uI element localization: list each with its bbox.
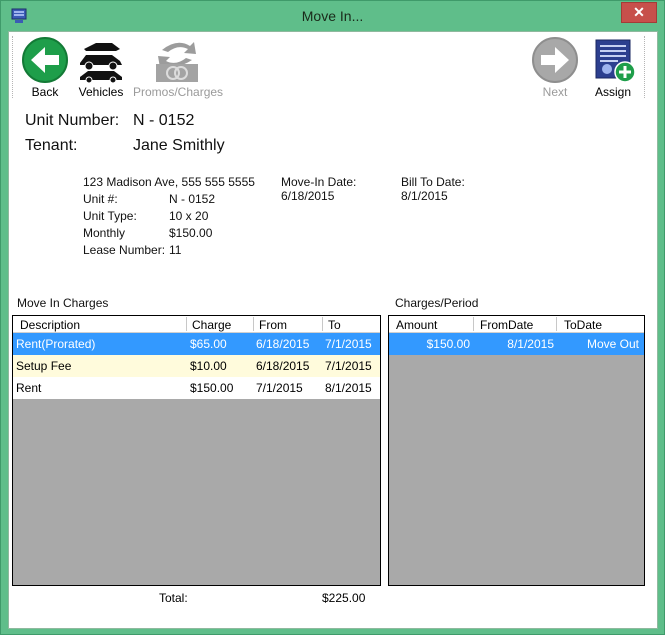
next-button[interactable]: Next (529, 36, 581, 100)
window-title: Move In... (301, 8, 364, 24)
lease-number-label: Lease Number: (83, 243, 166, 257)
move-in-date-value: 6/18/2015 (281, 189, 335, 203)
col-separator (322, 317, 323, 331)
col-amount[interactable]: Amount (396, 318, 437, 332)
assign-label: Assign (594, 85, 632, 99)
assign-button[interactable]: Assign (587, 36, 639, 100)
unit-label: Unit #: (83, 192, 118, 206)
unit-value: N - 0152 (169, 192, 216, 206)
move-in-date-label: Move-In Date: (281, 175, 357, 189)
col-separator (556, 317, 557, 331)
tenant-value: Jane Smithly (133, 137, 225, 154)
col-from-date[interactable]: FromDate (480, 318, 533, 332)
back-button[interactable]: Back (19, 36, 71, 100)
cell-to: 8/1/2015 (325, 381, 372, 395)
charges-period-grid[interactable]: Amount FromDate ToDate $150.00 8/1/2015 … (388, 315, 645, 586)
col-from[interactable]: From (259, 318, 287, 332)
promos-charges-icon (156, 42, 198, 82)
table-row[interactable]: Setup Fee $10.00 6/18/2015 7/1/2015 (13, 355, 380, 377)
cell-description: Rent (16, 381, 42, 395)
col-description[interactable]: Description (20, 318, 80, 332)
col-charge[interactable]: Charge (192, 318, 231, 332)
promos-charges-button[interactable]: Promos/Charges (133, 36, 224, 100)
assign-icon (595, 39, 636, 83)
toolbar-grip (12, 36, 13, 98)
table-row[interactable]: $150.00 8/1/2015 Move Out (389, 333, 644, 355)
total-value: $225.00 (322, 591, 366, 605)
cell-to-date: Move Out (586, 337, 639, 351)
title-bar[interactable]: Move In... ✕ (1, 1, 664, 31)
total-label: Total: (159, 591, 188, 605)
cell-from: 7/1/2015 (256, 381, 303, 395)
next-arrow-icon (532, 37, 578, 83)
lease-number-value: 11 (169, 243, 182, 257)
col-separator (473, 317, 474, 331)
unit-type-value: 10 x 20 (169, 209, 209, 223)
move-in-charges-grid[interactable]: Description Charge From To Rent(Prorated… (12, 315, 381, 586)
tenant-label: Tenant: (25, 137, 78, 154)
col-to-date[interactable]: ToDate (564, 318, 602, 332)
col-separator (253, 317, 254, 331)
table-row[interactable]: Rent $150.00 7/1/2015 8/1/2015 (13, 377, 380, 399)
move-in-window: Move In... ✕ Back Vehicles Promos/Charge… (0, 0, 665, 635)
client-area: Back Vehicles Promos/Charges Next Assign… (8, 31, 658, 629)
unit-number-value: N - 0152 (133, 112, 195, 129)
close-icon: ✕ (633, 4, 645, 20)
cell-charge: $10.00 (190, 359, 227, 373)
col-to[interactable]: To (328, 318, 341, 332)
cell-to: 7/1/2015 (325, 337, 372, 351)
cell-description: Rent(Prorated) (16, 337, 96, 351)
cell-amount: $150.00 (426, 337, 470, 351)
cell-to: 7/1/2015 (325, 359, 372, 373)
charges-period-title: Charges/Period (395, 296, 479, 310)
vehicles-label: Vehicles (78, 85, 124, 99)
bill-to-date-label: Bill To Date: (401, 175, 465, 189)
cell-from: 6/18/2015 (256, 337, 310, 351)
charges-grid-header: Description Charge From To (13, 316, 380, 333)
unit-type-label: Unit Type: (83, 209, 137, 223)
cell-from: 6/18/2015 (256, 359, 310, 373)
unit-number-label: Unit Number: (25, 112, 120, 129)
monthly-label: Monthly (83, 226, 126, 240)
cell-description: Setup Fee (16, 359, 72, 373)
close-button[interactable]: ✕ (621, 2, 657, 23)
vehicles-button[interactable]: Vehicles (75, 36, 127, 100)
bill-to-date-value: 8/1/2015 (401, 189, 448, 203)
back-arrow-icon (22, 37, 68, 83)
move-in-charges-title: Move In Charges (17, 296, 109, 310)
address: 123 Madison Ave, 555 555 5555 (83, 175, 255, 189)
vehicles-icon (80, 43, 122, 83)
toolbar-end-grip (644, 36, 645, 98)
monthly-value: $150.00 (169, 226, 213, 240)
toolbar: Back Vehicles Promos/Charges Next Assign (9, 32, 657, 102)
back-label: Back (31, 85, 59, 99)
col-separator (186, 317, 187, 331)
period-grid-header: Amount FromDate ToDate (389, 316, 644, 333)
cell-charge: $65.00 (190, 337, 227, 351)
promos-charges-label: Promos/Charges (133, 85, 224, 99)
cell-from-date: 8/1/2015 (507, 337, 554, 351)
cell-charge: $150.00 (190, 381, 234, 395)
table-row[interactable]: Rent(Prorated) $65.00 6/18/2015 7/1/2015 (13, 333, 380, 355)
next-label: Next (542, 85, 568, 99)
